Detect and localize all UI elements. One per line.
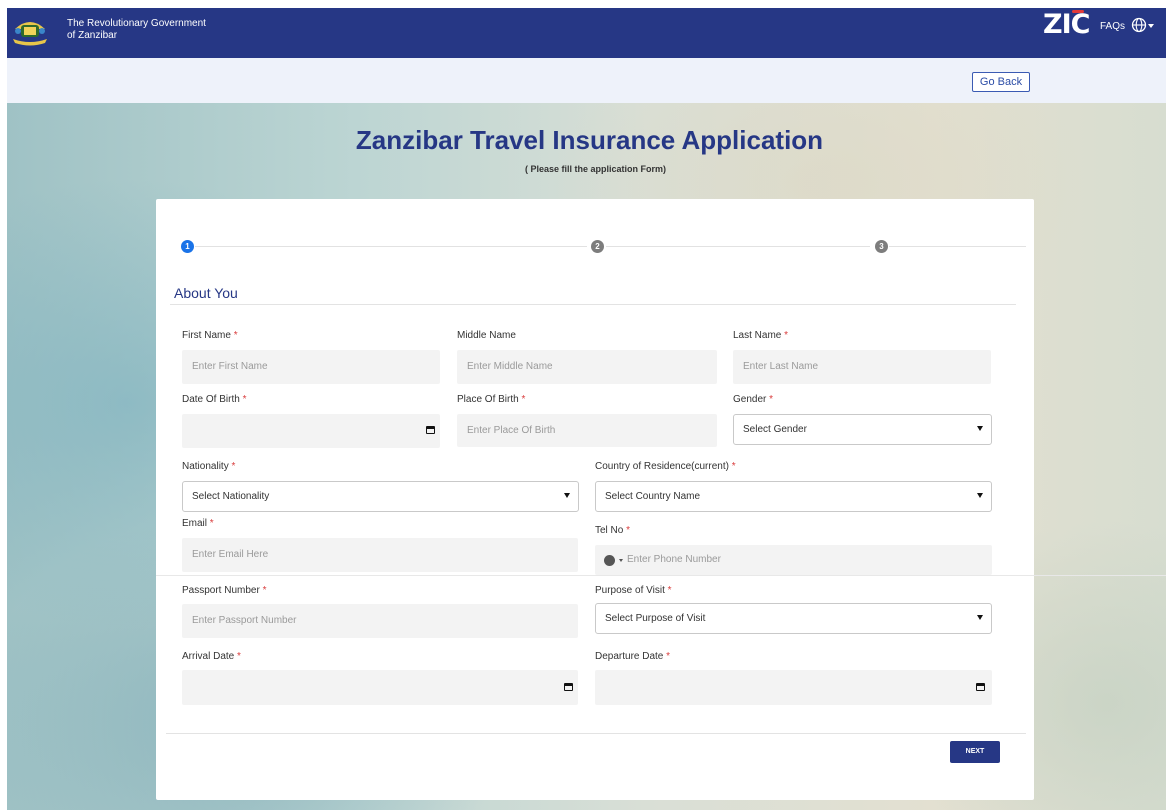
passport-number-field[interactable]: Enter Passport Number: [182, 604, 578, 638]
chevron-down-icon: [977, 615, 983, 620]
nationality-select[interactable]: Select Nationality: [182, 481, 579, 512]
middle-name-label: Middle Name: [457, 330, 516, 341]
last-name-field[interactable]: Enter Last Name: [733, 350, 991, 384]
last-name-label: Last Name *: [733, 330, 789, 341]
first-name-label: First Name *: [182, 330, 238, 341]
next-button[interactable]: NEXT: [950, 741, 1000, 763]
stepper-connector: [606, 246, 870, 247]
date-of-birth-label: Date Of Birth *: [182, 394, 247, 405]
language-chevron-down-icon[interactable]: [1148, 24, 1154, 28]
purpose-of-visit-label: Purpose of Visit *: [595, 585, 672, 596]
purpose-of-visit-select[interactable]: Select Purpose of Visit: [595, 603, 992, 634]
country-of-residence-label: Country of Residence(current) *: [595, 461, 736, 472]
gender-select[interactable]: Select Gender: [733, 414, 992, 445]
place-of-birth-field[interactable]: Enter Place Of Birth: [457, 414, 717, 447]
nationality-label: Nationality *: [182, 461, 236, 472]
section-title: About You: [174, 285, 238, 301]
step-2-indicator[interactable]: 2: [591, 240, 604, 253]
page-title: Zanzibar Travel Insurance Application: [355, 125, 824, 155]
first-name-field[interactable]: Enter First Name: [182, 350, 440, 384]
country-of-residence-select[interactable]: Select Country Name: [595, 481, 992, 512]
email-field[interactable]: Enter Email Here: [182, 538, 578, 572]
arrival-date-field[interactable]: [182, 670, 578, 705]
chevron-down-icon: [564, 493, 570, 498]
calendar-icon[interactable]: [426, 426, 435, 434]
calendar-icon[interactable]: [564, 683, 573, 691]
page-divider: [156, 575, 1166, 576]
step-3-indicator[interactable]: 3: [875, 240, 888, 253]
page-subtitle: ( Please fill the application Form): [524, 164, 667, 174]
zanzibar-coat-of-arms-logo[interactable]: [11, 15, 49, 47]
calendar-icon[interactable]: [976, 683, 985, 691]
tel-no-field[interactable]: Enter Phone Number: [595, 545, 992, 575]
section-divider: [170, 304, 1016, 305]
arrival-date-label: Arrival Date *: [182, 651, 241, 662]
step-1-indicator[interactable]: 1: [181, 240, 194, 253]
chevron-down-icon: [977, 426, 983, 431]
globe-icon[interactable]: [1131, 17, 1147, 33]
departure-date-label: Departure Date *: [595, 651, 671, 662]
chevron-down-icon: [977, 493, 983, 498]
form-footer-divider: [166, 733, 1026, 734]
date-of-birth-field[interactable]: [182, 414, 440, 448]
country-code-globe-icon[interactable]: [604, 555, 615, 566]
go-back-button[interactable]: Go Back: [972, 72, 1030, 92]
faqs-link[interactable]: FAQs: [1100, 21, 1125, 32]
middle-name-field[interactable]: Enter Middle Name: [457, 350, 717, 384]
chevron-down-icon[interactable]: [619, 559, 623, 562]
passport-number-label: Passport Number *: [182, 585, 267, 596]
gender-label: Gender *: [733, 394, 774, 405]
email-label: Email *: [182, 518, 214, 529]
place-of-birth-label: Place Of Birth *: [457, 394, 526, 405]
stepper-connector: [889, 246, 1026, 247]
departure-date-field[interactable]: [595, 670, 992, 705]
government-name: The Revolutionary Government of Zanzibar: [67, 18, 206, 41]
zic-logo-accent: [1072, 10, 1084, 13]
tel-no-label: Tel No *: [595, 525, 631, 536]
stepper-connector: [195, 246, 587, 247]
